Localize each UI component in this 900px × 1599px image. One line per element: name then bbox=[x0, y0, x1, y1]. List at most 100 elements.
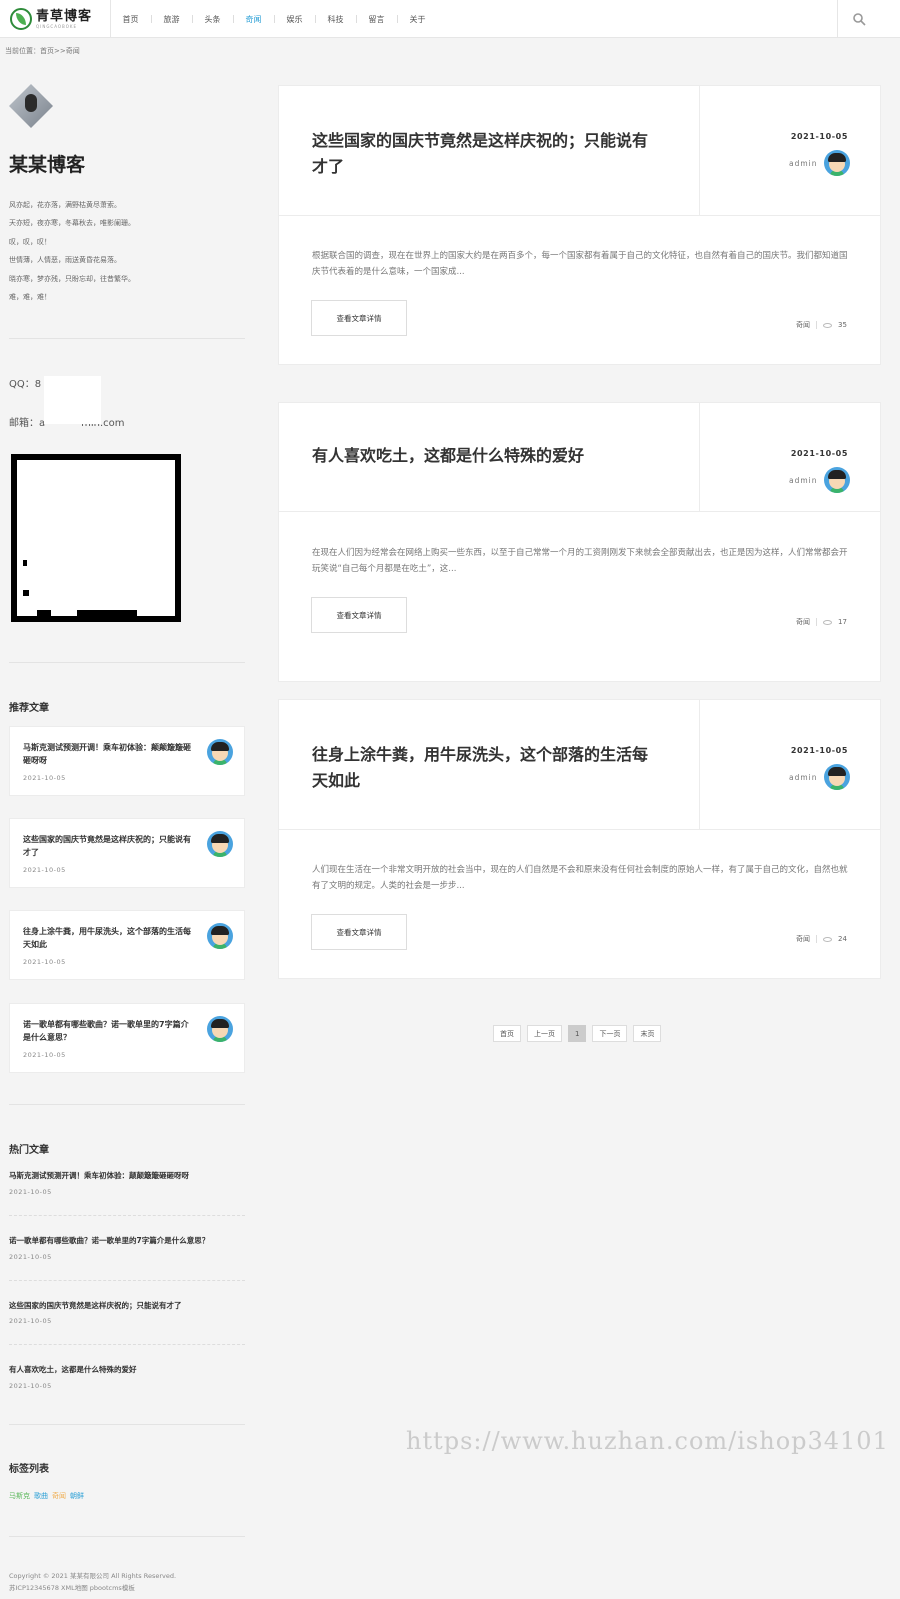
recommend-card[interactable]: 诺一歌单都有哪些歌曲？诺一歌单里的7字篇介是什么意思？ 2021-10-05 bbox=[9, 1003, 245, 1073]
nav-item-messages[interactable]: 留言 bbox=[356, 14, 397, 25]
tag-item[interactable]: 马斯克 bbox=[9, 1491, 30, 1501]
author-avatar bbox=[207, 831, 233, 857]
eye-icon bbox=[823, 936, 832, 942]
motto-line: 世情薄，人情恶，雨送黄昏花易落。 bbox=[9, 256, 121, 265]
eye-icon bbox=[823, 322, 832, 328]
article-title[interactable]: 这些国家的国庆节竟然是这样庆祝的；只能说有才了 bbox=[312, 128, 662, 180]
tag-list: 马斯克 歌曲 奇闻 朝鲜 bbox=[9, 1491, 84, 1501]
recommend-heading: 推荐文章 bbox=[9, 703, 49, 714]
hot-heading: 热门文章 bbox=[9, 1145, 49, 1156]
next-page-button[interactable]: 下一页 bbox=[592, 1025, 628, 1042]
nav-item-travel[interactable]: 旅游 bbox=[151, 14, 192, 25]
nav-item-entertainment[interactable]: 娱乐 bbox=[274, 14, 315, 25]
eye-icon bbox=[823, 619, 832, 625]
article-date: 2021-10-05 bbox=[790, 132, 848, 141]
motto-line: 难，难，难！ bbox=[9, 293, 51, 302]
recommend-date: 2021-10-05 bbox=[23, 774, 66, 782]
logo-title: 青草博客 bbox=[36, 8, 93, 24]
hot-article-title[interactable]: 这些国家的国庆节竟然是这样庆祝的；只能说有才了 bbox=[9, 1300, 182, 1311]
email-label: 邮箱：a bbox=[9, 418, 46, 429]
nav-item-about[interactable]: 关于 bbox=[397, 14, 438, 25]
search-icon[interactable] bbox=[852, 12, 866, 26]
nav-item-home[interactable]: 首页 bbox=[110, 14, 151, 25]
motto-line: 风亦起，花亦落，满野枯黄尽萧索。 bbox=[9, 201, 121, 209]
hot-article-title[interactable]: 马斯克测试预测开调！乘车初体验：颠颠簸簸砸砸呀呀 bbox=[9, 1170, 189, 1181]
view-count: 35 bbox=[838, 321, 847, 329]
article-meta: 奇闻 17 bbox=[796, 617, 847, 627]
article-date: 2021-10-05 bbox=[790, 449, 848, 458]
qr-code bbox=[11, 454, 181, 622]
article-card: 有人喜欢吃土，这都是什么特殊的爱好 2021-10-05 admin 在现在人们… bbox=[278, 402, 881, 682]
sidebar-divider bbox=[9, 1424, 245, 1425]
hot-article-title[interactable]: 诺一歌单都有哪些歌曲？诺一歌单里的7字篇介是什么意思？ bbox=[9, 1235, 209, 1246]
recommend-date: 2021-10-05 bbox=[23, 866, 66, 874]
top-header: 青草博客 QINGCAOBOKE 首页 旅游 头条 奇闻 娱乐 科技 留言 关于 bbox=[0, 0, 900, 38]
nav-item-oddities[interactable]: 奇闻 bbox=[233, 14, 274, 25]
author-avatar bbox=[824, 467, 850, 493]
article-summary: 人们现在生活在一个非常文明开放的社会当中，现在的人们自然是不会和原来没有任何社会… bbox=[312, 865, 848, 891]
recommend-title[interactable]: 往身上涂牛粪，用牛尿洗头，这个部落的生活每天如此 bbox=[23, 925, 195, 951]
read-more-button[interactable]: 查看文章详情 bbox=[311, 914, 407, 950]
recommend-date: 2021-10-05 bbox=[23, 1051, 66, 1059]
read-more-button[interactable]: 查看文章详情 bbox=[311, 597, 407, 633]
nav-item-headlines[interactable]: 头条 bbox=[192, 14, 233, 25]
sidebar-divider bbox=[9, 662, 245, 663]
view-count: 24 bbox=[838, 935, 847, 943]
footer-copyright: Copyright © 2021 某某有限公司 All Rights Reser… bbox=[9, 1572, 177, 1580]
hot-article-title[interactable]: 有人喜欢吃土，这都是什么特殊的爱好 bbox=[9, 1364, 137, 1375]
current-page[interactable]: 1 bbox=[568, 1025, 587, 1042]
article-meta: 奇闻 24 bbox=[796, 934, 847, 944]
recommend-date: 2021-10-05 bbox=[23, 958, 66, 966]
hot-article-date: 2021-10-05 bbox=[9, 1253, 52, 1261]
tag-item[interactable]: 歌曲 bbox=[34, 1491, 48, 1501]
sidebar-divider bbox=[9, 1104, 245, 1105]
header-divider bbox=[837, 0, 838, 38]
author-avatar bbox=[207, 923, 233, 949]
blog-motto: 风亦起，花亦落，满野枯黄尽萧索。 天亦短，夜亦寒，冬幕秋去，唯影阑珊。 叹，叹，… bbox=[9, 196, 135, 306]
article-title[interactable]: 往身上涂牛粪，用牛尿洗头，这个部落的生活每天如此 bbox=[312, 742, 662, 794]
read-more-button[interactable]: 查看文章详情 bbox=[311, 300, 407, 336]
author-avatar bbox=[207, 1016, 233, 1042]
pagination: 首页 上一页 1 下一页 末页 bbox=[493, 1025, 662, 1042]
hot-divider bbox=[9, 1215, 245, 1216]
profile-avatar bbox=[9, 84, 53, 128]
recommend-title[interactable]: 这些国家的国庆节竟然是这样庆祝的；只能说有才了 bbox=[23, 833, 195, 859]
nav-item-tech[interactable]: 科技 bbox=[315, 14, 356, 25]
footer-icp: 苏ICP12345678 XML地图 pbootcms模板 bbox=[9, 1584, 135, 1592]
last-page-button[interactable]: 末页 bbox=[633, 1025, 662, 1042]
watermark-text: https://www.huzhan.com/ishop34101 bbox=[406, 1427, 889, 1455]
breadcrumb: 当前位置：首页>>奇闻 bbox=[5, 47, 80, 55]
sidebar-divider bbox=[9, 338, 245, 339]
hot-divider bbox=[9, 1344, 245, 1345]
article-summary: 根据联合国的调查，现在在世界上的国家大约是在两百多个，每一个国家都有着属于自己的… bbox=[312, 251, 848, 277]
hot-divider bbox=[9, 1280, 245, 1281]
article-author: admin bbox=[789, 773, 818, 782]
author-avatar bbox=[824, 150, 850, 176]
recommend-card[interactable]: 往身上涂牛粪，用牛尿洗头，这个部落的生活每天如此 2021-10-05 bbox=[9, 910, 245, 980]
prev-page-button[interactable]: 上一页 bbox=[527, 1025, 562, 1042]
article-category[interactable]: 奇闻 bbox=[796, 934, 810, 944]
article-card: 这些国家的国庆节竟然是这样庆祝的；只能说有才了 2021-10-05 admin… bbox=[278, 85, 881, 365]
article-category[interactable]: 奇闻 bbox=[796, 617, 810, 627]
article-category[interactable]: 奇闻 bbox=[796, 320, 810, 330]
hot-article-date: 2021-10-05 bbox=[9, 1188, 52, 1196]
qq-contact: QQ：8 bbox=[9, 379, 42, 390]
first-page-button[interactable]: 首页 bbox=[493, 1025, 521, 1042]
motto-line: 晓亦寒，梦亦残，只盼忘却，往昔繁华。 bbox=[9, 274, 135, 283]
site-logo[interactable]: 青草博客 QINGCAOBOKE bbox=[10, 7, 105, 31]
blog-name: 某某博客 bbox=[9, 154, 86, 176]
tag-item[interactable]: 奇闻 bbox=[52, 1491, 66, 1501]
redaction-box bbox=[44, 376, 101, 424]
recommend-title[interactable]: 诺一歌单都有哪些歌曲？诺一歌单里的7字篇介是什么意思？ bbox=[23, 1018, 195, 1044]
hot-article-date: 2021-10-05 bbox=[9, 1382, 52, 1390]
hot-article-date: 2021-10-05 bbox=[9, 1317, 52, 1325]
recommend-card[interactable]: 马斯克测试预测开调！乘车初体验：颠颠簸簸砸砸呀呀 2021-10-05 bbox=[9, 726, 245, 796]
recommend-card[interactable]: 这些国家的国庆节竟然是这样庆祝的；只能说有才了 2021-10-05 bbox=[9, 818, 245, 888]
article-title[interactable]: 有人喜欢吃土，这都是什么特殊的爱好 bbox=[312, 443, 662, 469]
author-avatar bbox=[207, 739, 233, 765]
tag-item[interactable]: 朝鲜 bbox=[70, 1491, 84, 1501]
view-count: 17 bbox=[838, 618, 847, 626]
article-author: admin bbox=[789, 476, 818, 485]
recommend-title[interactable]: 马斯克测试预测开调！乘车初体验：颠颠簸簸砸砸呀呀 bbox=[23, 741, 195, 767]
article-summary: 在现在人们因为经常会在网络上购买一些东西，以至于自己常常一个月的工资刚刚发下来就… bbox=[312, 548, 848, 574]
